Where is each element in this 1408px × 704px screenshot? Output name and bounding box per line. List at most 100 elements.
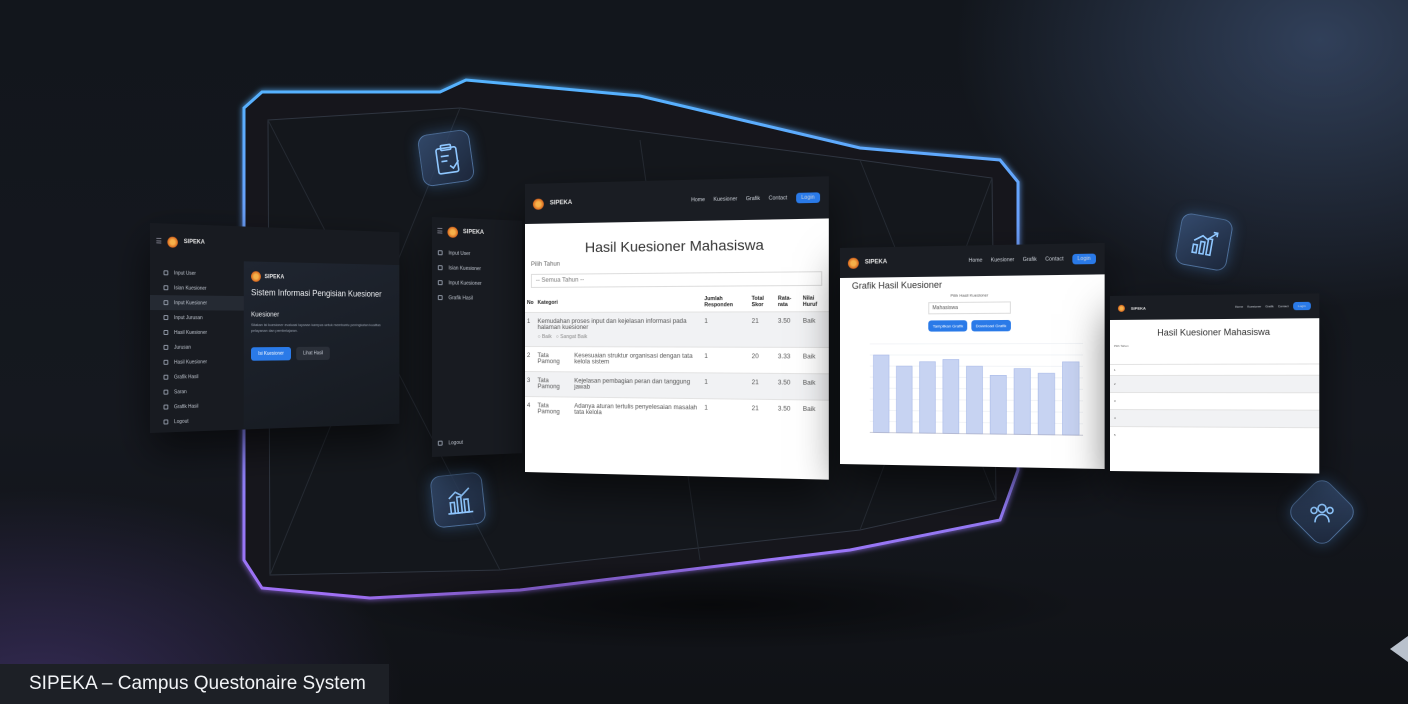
logo xyxy=(167,236,179,248)
row-no: 3 xyxy=(1113,399,1116,404)
login-button[interactable]: Login xyxy=(795,192,821,204)
nav-contact[interactable]: Contact xyxy=(1278,304,1289,308)
logout-icon xyxy=(437,440,443,446)
results-small-screen: SIPEKA Home Kuesioner Grafik Contact Log… xyxy=(1110,293,1320,474)
user-icon xyxy=(163,270,169,276)
header-total-skor: Total Skor xyxy=(751,295,764,309)
login-button[interactable]: Login xyxy=(1072,253,1096,265)
cell-avg: 3.50 xyxy=(775,373,801,400)
download-chart-button[interactable]: Download Grafik xyxy=(971,319,1011,332)
cell-question: Kemudahan proses input dan kejelasan inf… xyxy=(535,312,703,348)
header-jumlah-responden: Jumlah Responden xyxy=(704,295,734,309)
nav-contact[interactable]: Contact xyxy=(769,195,788,202)
cell-grade: Baik xyxy=(800,347,829,374)
sidebar-item-input-jurusan[interactable]: Input Jurusan xyxy=(150,310,244,325)
nav-grafik[interactable]: Grafik xyxy=(1265,304,1273,308)
secondary-item-grafik-hasil[interactable]: Grafik Hasil xyxy=(432,290,522,306)
page-title: Hasil Kuesioner Mahasiswa xyxy=(584,236,764,256)
nav-grafik[interactable]: Grafik xyxy=(746,196,760,203)
hero-brand: SIPEKA xyxy=(244,261,400,289)
login-button[interactable]: Login xyxy=(1292,301,1311,311)
user-icon xyxy=(437,250,443,256)
bar xyxy=(990,375,1006,434)
chart-icon xyxy=(163,404,169,410)
brand: SIPEKA xyxy=(183,239,205,246)
nav-kuesioner[interactable]: Kuesioner xyxy=(1247,304,1261,308)
cell-avg: 3.50 xyxy=(775,399,801,426)
fill-questionnaire-button[interactable]: Isi Kuesioner xyxy=(251,347,291,362)
nav-grafik[interactable]: Grafik xyxy=(1023,257,1037,263)
chart-topbar: SIPEKA Home Kuesioner Grafik Contact Log… xyxy=(840,242,1105,278)
nav-kuesioner[interactable]: Kuesioner xyxy=(713,196,737,203)
table-header-row: No Kategori Jumlah Responden Total Skor … xyxy=(525,292,829,312)
clipboard-icon xyxy=(416,128,476,188)
dashboard-screen: ☰ SIPEKA Input User Isian Kuesioner Inpu… xyxy=(150,223,400,433)
question-text: Kesesuaian struktur organisasi dengan ta… xyxy=(572,346,703,373)
small-nav: Home Kuesioner Grafik Contact Login xyxy=(1235,301,1311,311)
logo xyxy=(251,271,261,282)
logout-icon xyxy=(163,419,169,425)
table-row: 5 xyxy=(1110,426,1320,445)
floor-shadow xyxy=(330,560,1090,650)
option-baik[interactable]: Baik xyxy=(542,334,552,340)
table-row: 1 xyxy=(1110,363,1320,375)
cell-category: Tata Pamong xyxy=(535,346,573,372)
secondary-item-logout[interactable]: Logout xyxy=(432,435,463,451)
sidebar-item-input-kuesioner[interactable]: Input Kuesioner xyxy=(150,295,244,311)
year-filter-select[interactable]: -- Semua Tahun -- xyxy=(530,271,823,288)
results-topbar: SIPEKA Home Kuesioner Grafik Contact Log… xyxy=(525,176,829,224)
nav-kuesioner[interactable]: Kuesioner xyxy=(991,257,1015,264)
small-brand: SIPEKA xyxy=(1130,305,1146,311)
caption-text: SIPEKA – Campus Questonaire System xyxy=(29,673,366,694)
row-no: 5 xyxy=(1113,433,1116,438)
cell-total: 21 xyxy=(749,311,776,348)
view-results-button[interactable]: Lihat Hasil xyxy=(296,346,331,361)
secondary-item-input-kuesioner[interactable]: Input Kuesioner xyxy=(432,275,522,292)
option-sangat-baik[interactable]: Sangat Baik xyxy=(560,334,587,340)
hero-section-title: Kuesioner xyxy=(251,311,280,319)
sidebar-item-jurusan[interactable]: Jurusan xyxy=(150,340,244,355)
cell-n: 1 xyxy=(702,372,750,400)
secondary-brand: SIPEKA xyxy=(462,229,485,236)
cell-no: 4 xyxy=(525,396,536,422)
chart-select[interactable]: Mahasiswa xyxy=(928,301,1011,315)
small-page-title: Hasil Kuesioner Mahasiswa xyxy=(1157,326,1271,338)
cell-category: Tata Pamong xyxy=(535,396,573,422)
results-table: No Kategori Jumlah Responden Total Skor … xyxy=(525,292,829,426)
cell-grade: Baik xyxy=(800,399,829,426)
bar xyxy=(873,355,889,433)
nav-home[interactable]: Home xyxy=(969,258,983,264)
chart-icon xyxy=(437,295,443,301)
chart-nav: Home Kuesioner Grafik Contact Login xyxy=(969,253,1096,266)
cell-avg: 3.50 xyxy=(775,311,801,348)
row-no: 2 xyxy=(1113,381,1116,387)
hero-brand-text: SIPEKA xyxy=(264,273,285,280)
document-icon xyxy=(163,359,169,365)
table-row: 4 Tata Pamong Adanya aturan tertulis pen… xyxy=(525,396,829,426)
question-text: Kemudahan proses input dan kejelasan inf… xyxy=(537,318,687,332)
cell-n: 1 xyxy=(702,347,750,374)
chart-actions: Tampilkan Grafik Download Grafik xyxy=(840,319,1105,332)
nav-contact[interactable]: Contact xyxy=(1045,256,1063,263)
bar xyxy=(966,366,982,434)
nav-home[interactable]: Home xyxy=(691,197,705,203)
growth-chart-icon xyxy=(1173,211,1235,273)
sidebar-item-input-user[interactable]: Input User xyxy=(150,265,244,282)
menu-icon[interactable]: ☰ xyxy=(437,227,443,235)
sidebar-item-hasil-kuesioner[interactable]: Hasil Kuesioner xyxy=(150,325,244,340)
nav-home[interactable]: Home xyxy=(1235,305,1243,309)
sidebar-item-hasil-kuesioner-2[interactable]: Hasil Kuesioner xyxy=(150,354,244,370)
header-no: No xyxy=(526,299,534,306)
form-icon xyxy=(437,265,443,271)
cell-no: 3 xyxy=(525,371,536,397)
next-arrow-icon[interactable] xyxy=(1390,636,1408,662)
sidebar-item-isian-kuesioner[interactable]: Isian Kuesioner xyxy=(150,280,244,296)
table-row: 2 Tata Pamong Kesesuaian struktur organi… xyxy=(525,346,829,374)
hero-actions: Isi Kuesioner Lihat Hasil xyxy=(244,334,400,362)
bar xyxy=(920,362,936,434)
show-chart-button[interactable]: Tampilkan Grafik xyxy=(928,320,968,332)
cell-no: 1 xyxy=(525,312,536,347)
menu-icon[interactable]: ☰ xyxy=(156,237,162,245)
sidebar-item-logout[interactable]: Logout xyxy=(150,412,244,430)
header-kategori: Kategori xyxy=(537,299,558,306)
